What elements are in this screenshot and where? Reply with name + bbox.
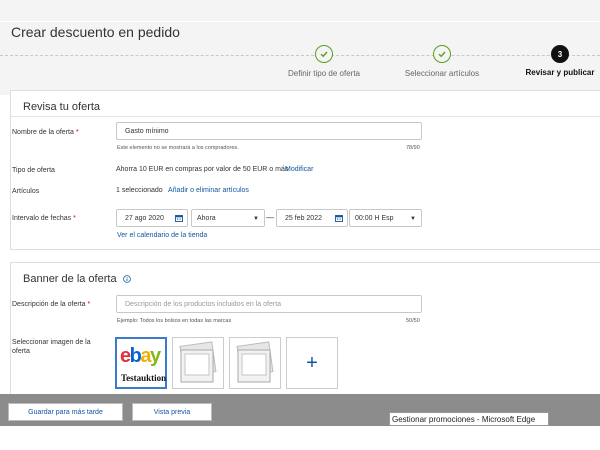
offer-name-input[interactable]: Gasto mínimo (116, 122, 422, 140)
offer-name-hint: Este elemento no se mostrará a los compr… (117, 145, 239, 151)
add-image-button[interactable]: + (286, 337, 338, 389)
chevron-down-icon: ▼ (253, 216, 259, 222)
end-date-value: 25 feb 2022 (285, 214, 322, 222)
ebay-logo: ebay (120, 345, 161, 367)
photo-placeholder-icon (236, 341, 274, 383)
preview-button[interactable]: Vista previa (132, 403, 212, 421)
banner-image-caption: Testauktion (121, 373, 167, 383)
date-range-label: Intervalo de fechas * (12, 215, 76, 222)
photo-placeholder-icon (179, 341, 217, 383)
step-review-publish: 3 Revisar y publicar (490, 45, 600, 77)
banner-image-ebay[interactable]: ebay Testauktion (115, 337, 167, 389)
banner-image-placeholder[interactable] (172, 337, 224, 389)
page: Crear descuento en pedido Definir tipo d… (0, 0, 600, 450)
offer-description-label: Descripción de la oferta * (12, 301, 91, 308)
add-remove-items-link[interactable]: Añadir o eliminar artículos (168, 187, 249, 194)
chevron-down-icon: ▼ (410, 216, 416, 222)
required-marker: * (75, 129, 79, 136)
page-header: Crear descuento en pedido Definir tipo d… (0, 0, 600, 95)
start-date-input[interactable]: 27 ago 2020 (116, 209, 188, 227)
start-time-select[interactable]: Ahora ▼ (191, 209, 265, 227)
end-time-select[interactable]: 00:00 H Esp ▼ (349, 209, 422, 227)
required-marker: * (73, 215, 76, 222)
offer-type-label: Tipo de oferta (12, 167, 55, 174)
bottom-margin (0, 426, 600, 450)
offer-description-counter: 50/50 (406, 318, 420, 324)
offer-description-placeholder: Descripción de los productos incluidos e… (125, 300, 282, 308)
store-calendar-link[interactable]: Ver el calendario de la tienda (117, 232, 207, 239)
header-divider (0, 21, 600, 22)
check-icon (315, 45, 333, 63)
date-separator: — (266, 213, 274, 222)
save-for-later-button[interactable]: Guardar para más tarde (8, 403, 123, 421)
offer-name-counter: 78/90 (406, 145, 420, 151)
offer-name-label: Nombre de la oferta * (12, 129, 79, 136)
offer-name-value: Gasto mínimo (125, 127, 169, 135)
start-time-value: Ahora (197, 214, 216, 222)
offer-description-input[interactable]: Descripción de los productos incluidos e… (116, 295, 422, 313)
step-number: 3 (551, 45, 569, 63)
plus-icon: + (306, 351, 318, 374)
start-date-value: 27 ago 2020 (125, 214, 164, 222)
page-title: Crear descuento en pedido (11, 24, 180, 40)
banner-title: Banner de la oferta (23, 273, 131, 285)
step-label: Revisar y publicar (525, 68, 595, 77)
check-icon (433, 45, 451, 63)
offer-description-hint: Ejemplo: Todos los bolsos en todas las m… (117, 318, 232, 324)
info-icon[interactable] (122, 275, 131, 283)
taskbar-tooltip: Gestionar promociones - Microsoft Edge (389, 412, 549, 426)
end-time-value: 00:00 H Esp (355, 214, 394, 222)
required-marker: * (87, 301, 91, 308)
modify-offer-type-link[interactable]: Modificar (285, 166, 313, 173)
items-label: Artículos (12, 188, 40, 195)
offer-type-value: Ahorra 10 EUR en compras por valor de 50… (116, 166, 289, 173)
end-date-input[interactable]: 25 feb 2022 (276, 209, 348, 227)
select-image-label: Seleccionar imagen de la oferta (12, 339, 91, 355)
panel-divider (11, 116, 600, 117)
banner-image-placeholder[interactable] (229, 337, 281, 389)
calendar-icon[interactable] (335, 214, 343, 222)
calendar-icon[interactable] (175, 214, 183, 222)
review-title: Revisa tu oferta (23, 101, 101, 113)
items-value: 1 seleccionado (116, 187, 163, 194)
